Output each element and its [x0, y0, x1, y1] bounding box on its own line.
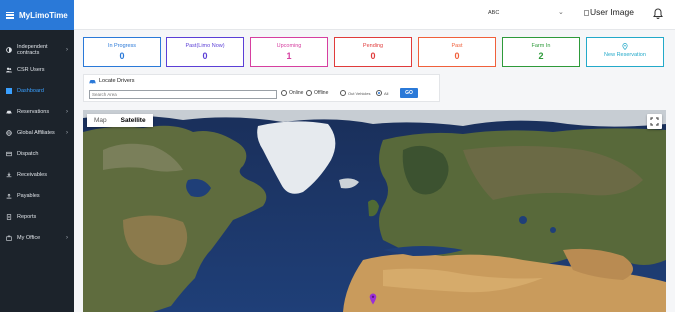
stat-value: 0	[454, 51, 460, 61]
sidebar-item-reservations[interactable]: Reservations ›	[0, 101, 74, 122]
chevron-right-icon: ›	[66, 129, 68, 136]
stat-value: 0	[370, 51, 376, 61]
sidebar-item-label: My Office	[17, 234, 41, 241]
briefcase-icon	[6, 235, 12, 241]
stat-title: New Reservation	[604, 52, 646, 58]
map-pin-icon	[622, 43, 628, 50]
stat-card-pending[interactable]: Pending 0	[334, 37, 412, 67]
radio-label: Online	[289, 90, 304, 96]
radio-circle[interactable]	[376, 90, 382, 96]
upload-icon	[6, 193, 12, 199]
company-selector[interactable]: ABC	[488, 10, 499, 16]
new-reservation-button[interactable]: New Reservation	[586, 37, 664, 67]
fullscreen-button[interactable]	[647, 114, 662, 129]
sidebar-item-global-affiliates[interactable]: Global Affiliates ›	[0, 122, 74, 143]
chevron-down-icon[interactable]: ⌄	[558, 8, 564, 16]
report-icon	[6, 213, 12, 220]
radio-out-vehicles[interactable]: Out Vehicles	[340, 90, 370, 96]
users-icon	[6, 67, 12, 73]
bell-icon[interactable]	[653, 8, 663, 19]
sidebar-item-my-office[interactable]: My Office ›	[0, 227, 74, 248]
sidebar-item-label: Receivables	[17, 171, 47, 178]
sidebar-item-label: Dashboard	[17, 87, 44, 94]
sidebar-item-label: Independent contracts	[17, 43, 48, 56]
go-button[interactable]: GO	[400, 88, 418, 98]
radio-circle[interactable]	[281, 90, 287, 96]
radio-online[interactable]: Online	[281, 90, 303, 96]
stat-title: Past	[451, 43, 463, 49]
sidebar-item-label: CSR Users	[17, 66, 45, 73]
sidebar-item-dashboard[interactable]: Dashboard	[0, 80, 74, 101]
chevron-right-icon: ›	[66, 108, 68, 115]
stat-card-upcoming[interactable]: Upcoming 1	[250, 37, 328, 67]
chevron-right-icon: ›	[66, 46, 68, 53]
map-view[interactable]: Map Satellite	[83, 110, 666, 312]
satellite-map-image	[83, 110, 666, 312]
chevron-right-icon: ›	[66, 234, 68, 241]
sidebar-item-label: Reports	[17, 213, 37, 220]
radio-circle[interactable]	[340, 90, 346, 96]
radio-circle[interactable]	[306, 90, 312, 96]
app-root: MyLimoTime Independent contracts › CSR U…	[0, 0, 675, 312]
broken-image-icon	[584, 10, 589, 16]
locate-drivers-panel: Locate Drivers Online Offline Out Vehicl…	[83, 74, 440, 102]
download-icon	[6, 172, 12, 178]
stat-title: Upcoming	[276, 43, 302, 49]
radio-all[interactable]: All	[376, 90, 388, 96]
sidebar-item-label: Global Affiliates	[17, 129, 55, 136]
brand-name: MyLimoTime	[19, 10, 68, 20]
locate-drivers-title: Locate Drivers	[89, 78, 134, 84]
sidebar-item-payables[interactable]: Payables	[0, 185, 74, 206]
sidebar-item-label: Payables	[17, 192, 40, 199]
stat-value: 0	[202, 51, 208, 61]
user-avatar[interactable]: User Image	[584, 7, 634, 17]
radio-label: Offline	[314, 90, 329, 96]
stat-card-past-limo-now[interactable]: Past(Limo Now) 0	[166, 37, 244, 67]
stat-value: 2	[538, 51, 544, 61]
sidebar-item-label: Dispatch	[17, 150, 39, 157]
car-icon	[89, 79, 96, 84]
dashboard-icon	[6, 87, 12, 94]
user-image-alt-text: User Image	[590, 7, 634, 17]
radio-label: All	[384, 90, 389, 96]
dispatch-icon	[6, 151, 12, 157]
circle-half-icon	[6, 46, 12, 53]
sidebar: MyLimoTime Independent contracts › CSR U…	[0, 0, 74, 312]
car-icon	[6, 109, 12, 115]
stat-value: 1	[286, 51, 292, 61]
top-bar: ABC ⌄ User Image	[74, 0, 675, 30]
sidebar-item-receivables[interactable]: Receivables	[0, 164, 74, 185]
stat-title: Pending	[362, 43, 384, 49]
globe-icon	[6, 129, 12, 136]
sidebar-item-dispatch[interactable]: Dispatch	[0, 143, 74, 164]
stat-card-past[interactable]: Past 0	[418, 37, 496, 67]
stat-title: Farm In	[531, 43, 551, 49]
map-marker-icon[interactable]	[369, 293, 377, 305]
sidebar-item-csr-users[interactable]: CSR Users	[0, 59, 74, 80]
stat-card-in-progress[interactable]: In Progress 0	[83, 37, 161, 67]
stat-title: In Progress	[107, 43, 137, 49]
sidebar-item-reports[interactable]: Reports	[0, 206, 74, 227]
sidebar-item-label: Reservations	[17, 108, 50, 115]
radio-offline[interactable]: Offline	[306, 90, 328, 96]
stat-title: Past(Limo Now)	[185, 43, 225, 49]
brand-bar[interactable]: MyLimoTime	[0, 0, 74, 30]
fullscreen-icon	[650, 117, 659, 126]
sidebar-nav: Independent contracts › CSR Users Dashbo…	[0, 30, 74, 248]
map-type-tabs: Map Satellite	[87, 114, 153, 127]
hamburger-menu-icon[interactable]	[6, 11, 14, 19]
sidebar-item-independent-contracts[interactable]: Independent contracts ›	[0, 40, 74, 59]
stat-card-farm-in[interactable]: Farm In 2	[502, 37, 580, 67]
tab-map[interactable]: Map	[87, 114, 114, 127]
search-area-input[interactable]	[89, 90, 277, 99]
tab-satellite[interactable]: Satellite	[113, 114, 153, 127]
stat-value: 0	[119, 51, 125, 61]
radio-label: Out Vehicles	[348, 90, 371, 96]
locate-drivers-label: Locate Drivers	[99, 78, 135, 84]
